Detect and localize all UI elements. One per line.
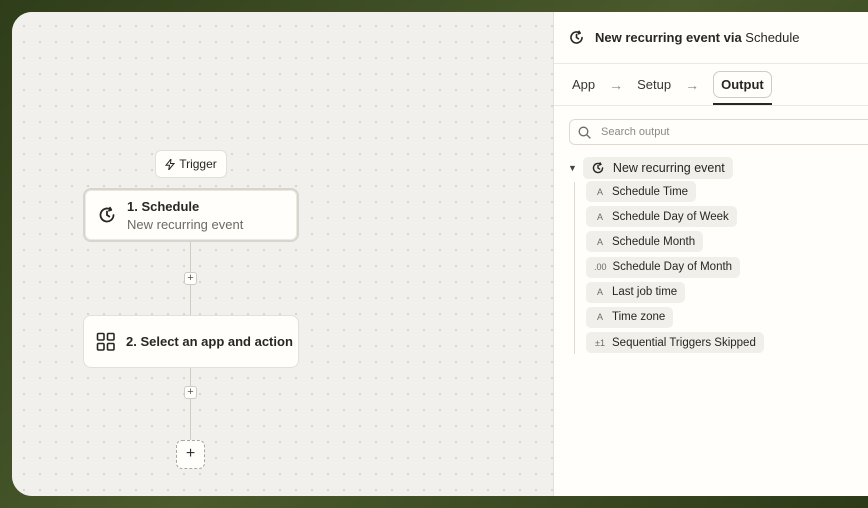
tree-guide-line	[574, 182, 575, 354]
arrow-right-icon: →	[685, 76, 700, 93]
tab-app[interactable]: App	[572, 77, 595, 92]
field-label: Schedule Day of Week	[612, 210, 729, 223]
step-card-schedule[interactable]: 1. Schedule New recurring event	[83, 188, 299, 242]
step-title: 1. Schedule	[127, 198, 200, 214]
step-title: 2. Select an app and action	[126, 334, 293, 349]
text-type-icon: A	[596, 186, 603, 197]
field-label: Last job time	[612, 286, 678, 299]
search-output-input[interactable]	[599, 125, 863, 139]
step-details-panel: New recurring event via Schedule App → S…	[553, 12, 868, 496]
text-type-icon: A	[596, 236, 603, 247]
connector-line	[190, 368, 191, 440]
field-label: Time zone	[612, 311, 666, 324]
panel-header: New recurring event via Schedule	[554, 12, 868, 64]
arrow-right-icon: →	[609, 76, 624, 93]
search-output-box	[569, 119, 868, 145]
output-fields-list: A Schedule Time A Schedule Day of Week A Sc…	[586, 181, 764, 357]
add-step-button[interactable]: +	[184, 272, 197, 285]
field-label: Sequential Triggers Skipped	[612, 336, 756, 349]
schedule-clock-icon	[591, 161, 605, 175]
tab-output[interactable]: Output	[713, 71, 772, 105]
output-field-sequential-triggers-skipped[interactable]: ±1 Sequential Triggers Skipped	[586, 332, 764, 354]
step-card-select-app[interactable]: 2. Select an app and action	[83, 315, 299, 368]
add-final-step-button[interactable]: +	[176, 440, 205, 469]
text-type-icon: A	[596, 312, 603, 323]
output-root-chip[interactable]: New recurring event	[582, 157, 733, 179]
output-field-last-job-time[interactable]: A Last job time	[586, 281, 686, 303]
field-label: Schedule Day of Month	[612, 261, 733, 274]
panel-title-app: Schedule	[745, 30, 800, 45]
output-root-item[interactable]: ▼ New recurring event	[568, 157, 733, 179]
tab-setup[interactable]: Setup	[637, 77, 671, 92]
schedule-clock-icon	[97, 205, 117, 225]
panel-title: New recurring event via Schedule	[595, 30, 800, 45]
integer-type-icon: ±1	[595, 337, 605, 348]
text-type-icon: A	[596, 211, 603, 222]
trigger-label: Trigger	[179, 157, 217, 171]
output-field-schedule-day-of-week[interactable]: A Schedule Day of Week	[586, 206, 737, 228]
schedule-clock-icon	[568, 29, 585, 46]
caret-down-icon[interactable]: ▼	[568, 163, 577, 173]
field-label: Schedule Month	[612, 235, 696, 248]
search-icon	[578, 126, 591, 139]
step-tabs: App → Setup → Output	[554, 64, 868, 106]
trigger-badge: Trigger	[155, 150, 227, 178]
number-type-icon: .00	[594, 262, 607, 273]
field-label: Schedule Time	[612, 185, 689, 198]
output-field-time-zone[interactable]: A Time zone	[586, 306, 674, 328]
output-field-schedule-time[interactable]: A Schedule Time	[586, 181, 697, 202]
output-field-schedule-month[interactable]: A Schedule Month	[586, 231, 704, 253]
text-type-icon: A	[596, 287, 603, 298]
output-field-schedule-day-of-month[interactable]: .00 Schedule Day of Month	[586, 256, 741, 278]
apps-grid-icon	[96, 332, 116, 352]
panel-title-prefix: New recurring event via	[595, 30, 742, 45]
step-subtitle: New recurring event	[127, 216, 244, 232]
output-root-label: New recurring event	[612, 161, 725, 175]
add-step-button[interactable]: +	[184, 386, 197, 399]
workflow-canvas[interactable]: Trigger 1. Schedule New recurring event …	[12, 12, 553, 496]
app-frame: Trigger 1. Schedule New recurring event …	[12, 12, 868, 496]
lightning-icon	[165, 158, 176, 170]
